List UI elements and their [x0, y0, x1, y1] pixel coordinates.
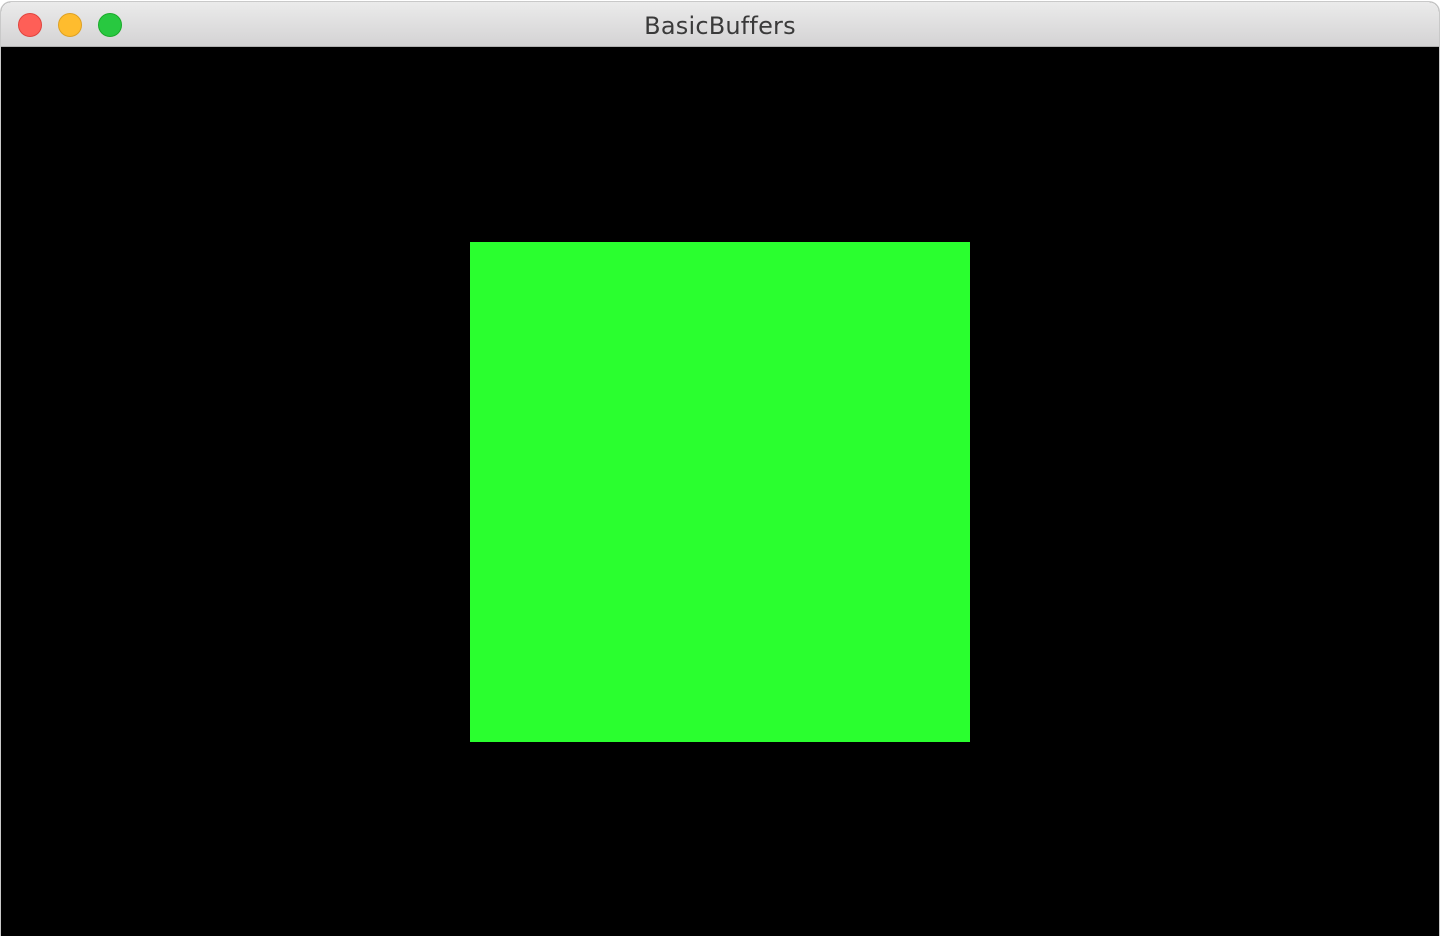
- green-square: [470, 242, 970, 742]
- render-canvas[interactable]: [1, 47, 1439, 936]
- app-window: BasicBuffers: [1, 2, 1439, 936]
- window-title: BasicBuffers: [644, 12, 796, 40]
- title-bar[interactable]: BasicBuffers: [1, 2, 1439, 47]
